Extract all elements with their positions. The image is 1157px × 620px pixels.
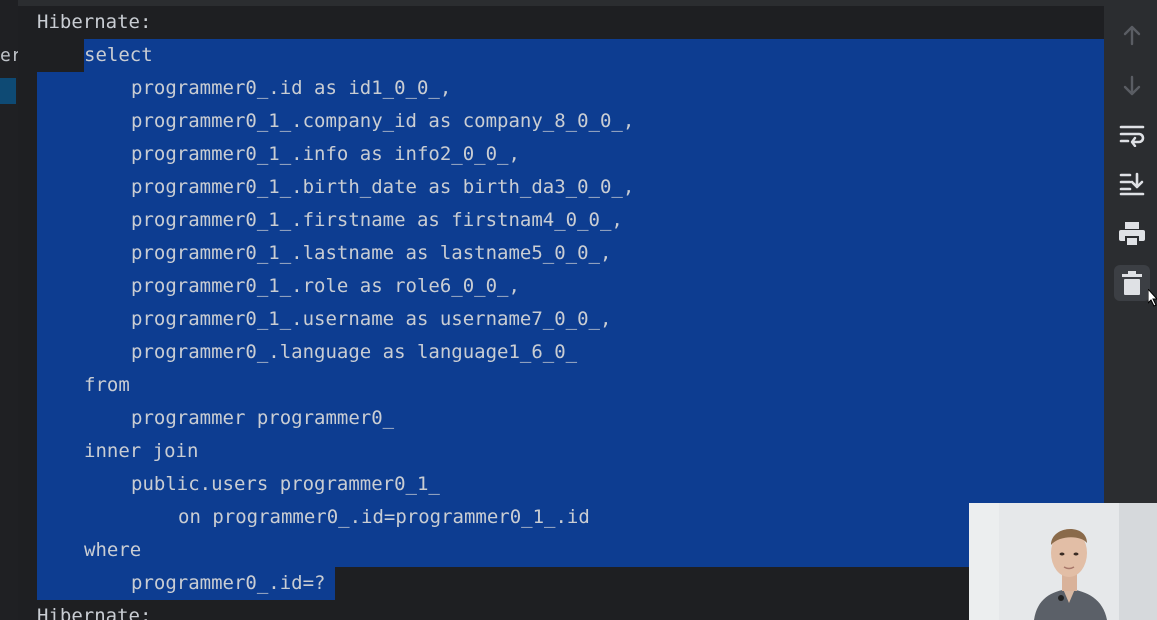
console-lines: Hibernate: select programmer0_.id as id1_0… bbox=[18, 6, 1104, 620]
console-line: programmer0_1_.username as username7_0_0… bbox=[18, 303, 1104, 336]
console-line: select bbox=[18, 39, 1104, 72]
console-line-text: from bbox=[84, 374, 130, 396]
soft-wrap-button[interactable] bbox=[1114, 117, 1150, 153]
console-line-text: select bbox=[84, 44, 153, 66]
console-line-text: programmer0_.id=? bbox=[131, 572, 326, 594]
arrow-down-icon bbox=[1123, 75, 1141, 96]
console-line: programmer0_.language as language1_6_0_ bbox=[18, 336, 1104, 369]
console-line-text: programmer0_1_.role as role6_0_0_, bbox=[131, 275, 520, 297]
webcam-overlay bbox=[969, 503, 1157, 620]
console-line: where bbox=[18, 534, 1104, 567]
console-line-text: programmer0_1_.birth_date as birth_da3_0… bbox=[131, 176, 635, 198]
left-panel-edge: er bbox=[0, 0, 18, 620]
selection-highlight bbox=[37, 534, 1104, 567]
console-line: programmer0_1_.role as role6_0_0_, bbox=[18, 270, 1104, 303]
console-line: programmer0_1_.firstname as firstnam4_0_… bbox=[18, 204, 1104, 237]
print-icon bbox=[1119, 222, 1145, 246]
console-line: programmer0_1_.birth_date as birth_da3_0… bbox=[18, 171, 1104, 204]
left-panel-text-fragment: er bbox=[0, 45, 18, 66]
console-line: programmer0_.id as id1_0_0_, bbox=[18, 72, 1104, 105]
selection-highlight bbox=[84, 39, 1104, 72]
console-line-text: public.users programmer0_1_ bbox=[131, 473, 440, 495]
console-line-text: Hibernate: bbox=[37, 605, 152, 620]
console-line: Hibernate: bbox=[18, 600, 1104, 620]
console-line: public.users programmer0_1_ bbox=[18, 468, 1104, 501]
left-panel-selection-marker bbox=[0, 78, 16, 104]
console-line-text: where bbox=[84, 539, 142, 561]
scroll-down-button[interactable] bbox=[1114, 68, 1150, 104]
presenter-video-image bbox=[969, 503, 1157, 620]
trash-icon bbox=[1122, 271, 1142, 295]
console-line: programmer0_1_.company_id as company_8_0… bbox=[18, 105, 1104, 138]
arrow-up-icon bbox=[1123, 25, 1141, 46]
console-line-text: programmer0_1_.username as username7_0_0… bbox=[131, 308, 612, 330]
scroll-to-end-button[interactable] bbox=[1114, 166, 1150, 202]
console-line: programmer0_.id=? bbox=[18, 567, 1104, 600]
console-line-text: on programmer0_.id=programmer0_1_.id bbox=[178, 506, 590, 528]
soft-wrap-icon bbox=[1119, 125, 1145, 147]
console-line-text: programmer0_1_.info as info2_0_0_, bbox=[131, 143, 520, 165]
console-line: on programmer0_.id=programmer0_1_.id bbox=[18, 501, 1104, 534]
console-line: from bbox=[18, 369, 1104, 402]
print-button[interactable] bbox=[1114, 216, 1150, 252]
console-line-text: programmer programmer0_ bbox=[131, 407, 395, 429]
console-output[interactable]: Hibernate: select programmer0_.id as id1_0… bbox=[18, 0, 1104, 620]
mouse-cursor-icon bbox=[1148, 289, 1157, 307]
console-line: Hibernate: bbox=[18, 6, 1104, 39]
console-line: inner join bbox=[18, 435, 1104, 468]
console-line-text: Hibernate: bbox=[37, 11, 152, 33]
console-line-text: programmer0_1_.firstname as firstnam4_0_… bbox=[131, 209, 623, 231]
scroll-to-end-icon bbox=[1119, 172, 1145, 196]
console-line-text: programmer0_.id as id1_0_0_, bbox=[131, 77, 452, 99]
console-line: programmer0_1_.info as info2_0_0_, bbox=[18, 138, 1104, 171]
console-line-text: inner join bbox=[84, 440, 199, 462]
scroll-up-button[interactable] bbox=[1114, 17, 1150, 53]
console-line: programmer0_1_.lastname as lastname5_0_0… bbox=[18, 237, 1104, 270]
console-line: programmer programmer0_ bbox=[18, 402, 1104, 435]
console-line-text: programmer0_1_.lastname as lastname5_0_0… bbox=[131, 242, 612, 264]
clear-all-button[interactable] bbox=[1114, 265, 1150, 301]
selection-highlight bbox=[37, 369, 1104, 402]
console-line-text: programmer0_.language as language1_6_0_ bbox=[131, 341, 578, 363]
console-line-text: programmer0_1_.company_id as company_8_0… bbox=[131, 110, 635, 132]
